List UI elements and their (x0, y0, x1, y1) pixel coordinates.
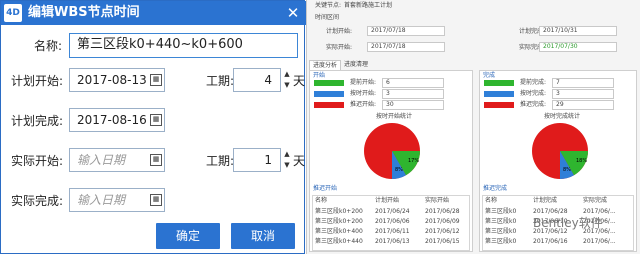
legend-early-finish-label: 提前完成: (520, 79, 547, 86)
plan-duration-label: 工期: (206, 74, 235, 88)
col-name: 名称 (485, 197, 498, 204)
finish-panel-title: 完成 (483, 72, 496, 79)
name-input[interactable]: 第三区段k0+440~k0+600 (69, 33, 298, 58)
late-start-table: 名称 计划开始 实际开始 第三区段k0+200 2017/06/24 2017/… (312, 195, 470, 251)
table-row-3-name: 第三区段k0 (485, 238, 517, 245)
key-node-value: 首套新路施工计划 (344, 2, 393, 9)
app-logo-icon: 4D (4, 4, 22, 22)
time-section-label: 时间区间 (315, 14, 340, 21)
table-row-1-actual: 2017/06/09 (425, 218, 460, 225)
spinner-up-icon[interactable]: ▲ (282, 69, 292, 80)
spinner-up-icon[interactable]: ▲ (282, 149, 292, 160)
side-actual-start-label: 实际开始: (326, 44, 353, 51)
finish-chart-title: 按时完成统计 (544, 113, 581, 120)
late-finish-table-title: 推迟完成 (483, 185, 508, 192)
finish-pie-chart: 18% 8% (532, 123, 588, 179)
table-row-1-plan: 2017/06/06 (375, 218, 410, 225)
table-row-0-name: 第三区段k0 (485, 208, 517, 215)
table-row-3-name: 第三区段k0+440 (315, 238, 363, 245)
side-plan-start-field[interactable]: 2017/07/18 (367, 26, 445, 36)
calendar-icon[interactable]: ▦ (150, 114, 162, 126)
table-row-3-actual: 2017/06/15 (425, 238, 460, 245)
progress-analysis-panel: 关键节点: 首套新路施工计划 时间区间 计划开始: 2017/07/18 计划完… (306, 0, 640, 254)
pie-label-early: 17% (408, 158, 419, 164)
name-label: 名称: (34, 39, 63, 53)
side-actual-end-field[interactable]: 2017/07/30 (539, 42, 617, 52)
pie-label-early-finish: 18% (576, 158, 587, 164)
legend-ontime-value: 3 (382, 89, 444, 99)
actual-start-label: 实际开始: (11, 154, 64, 168)
dialog-title: 编辑WBS节点时间 (28, 5, 140, 20)
table-row-0-actual: 2017/06/28 (425, 208, 460, 215)
side-plan-start-label: 计划开始: (326, 28, 353, 35)
legend-late-swatch (314, 102, 344, 108)
cancel-button[interactable]: 取消 (231, 223, 295, 249)
table-row-1-name: 第三区段k0+200 (315, 218, 363, 225)
day-unit: 天 (293, 74, 306, 88)
legend-early-finish-value: 7 (552, 78, 614, 88)
legend-late-label: 推迟开始: (350, 101, 377, 108)
tab-progress-clean[interactable]: 进度清理 (341, 60, 371, 70)
start-chart-title: 按时开始统计 (376, 113, 413, 120)
start-panel-title: 开始 (313, 72, 326, 79)
calendar-icon[interactable]: ▦ (150, 194, 162, 206)
actual-duration-input[interactable]: 1 (233, 148, 281, 172)
edit-wbs-time-dialog: 4D 编辑WBS节点时间 ✕ 名称: 第三区段k0+440~k0+600 计划开… (0, 0, 306, 254)
col-name: 名称 (315, 197, 328, 204)
legend-ontime-finish-label: 按时完成: (520, 90, 547, 97)
legend-early-swatch (314, 80, 344, 86)
late-start-table-title: 推迟开始 (313, 185, 338, 192)
watermark: Bentley软件 (533, 216, 603, 230)
actual-duration-label: 工期: (206, 154, 235, 168)
plan-duration-spinner[interactable]: ▲ ▼ (282, 69, 292, 91)
table-row-0-name: 第三区段k0+200 (315, 208, 363, 215)
table-row-1-name: 第三区段k0 (485, 218, 517, 225)
pie-label-ontime-finish: 8% (563, 167, 571, 173)
legend-ontime-finish-swatch (484, 91, 514, 97)
pie-label-ontime: 8% (395, 167, 403, 173)
col-plan-start: 计划开始 (375, 197, 400, 204)
plan-start-label: 计划开始: (11, 74, 64, 88)
table-row-3-plan: 2017/06/16 (533, 238, 568, 245)
table-row-3-actual: 2017/06/... (583, 238, 616, 245)
legend-late-finish-value: 29 (552, 100, 614, 110)
start-analysis-panel: 开始 提前开始: 6 按时开始: 3 推迟开始: 30 按时开始统计 17% 8… (309, 70, 473, 252)
side-plan-end-field[interactable]: 2017/10/31 (539, 26, 617, 36)
legend-early-label: 提前开始: (350, 79, 377, 86)
spinner-down-icon[interactable]: ▼ (282, 80, 292, 91)
legend-ontime-label: 按时开始: (350, 90, 377, 97)
plan-end-label: 计划完成: (11, 114, 64, 128)
dialog-titlebar: 4D 编辑WBS节点时间 ✕ (1, 1, 306, 25)
plan-duration-input[interactable]: 4 (233, 68, 281, 92)
table-row-2-actual: 2017/06/12 (425, 228, 460, 235)
close-icon[interactable]: ✕ (283, 3, 303, 23)
spinner-down-icon[interactable]: ▼ (282, 160, 292, 171)
calendar-icon[interactable]: ▦ (150, 154, 162, 166)
table-row-3-plan: 2017/06/13 (375, 238, 410, 245)
actual-duration-spinner[interactable]: ▲ ▼ (282, 149, 292, 171)
legend-late-finish-swatch (484, 102, 514, 108)
calendar-icon[interactable]: ▦ (150, 74, 162, 86)
table-row-2-name: 第三区段k0+400 (315, 228, 363, 235)
col-plan-end: 计划完成 (533, 197, 558, 204)
start-pie-chart: 17% 8% (364, 123, 420, 179)
ok-button[interactable]: 确定 (156, 223, 220, 249)
col-actual-start: 实际开始 (425, 197, 450, 204)
legend-early-value: 6 (382, 78, 444, 88)
legend-ontime-finish-value: 3 (552, 89, 614, 99)
day-unit: 天 (293, 154, 306, 168)
side-actual-start-field[interactable]: 2017/07/18 (367, 42, 445, 52)
legend-late-value: 30 (382, 100, 444, 110)
table-row-2-name: 第三区段k0 (485, 228, 517, 235)
legend-ontime-swatch (314, 91, 344, 97)
legend-early-finish-swatch (484, 80, 514, 86)
key-node-label: 关键节点: (315, 2, 342, 9)
actual-end-label: 实际完成: (11, 194, 64, 208)
col-actual-end: 实际完成 (583, 197, 608, 204)
legend-late-finish-label: 推迟完成: (520, 101, 547, 108)
table-row-0-plan: 2017/06/24 (375, 208, 410, 215)
table-row-2-plan: 2017/06/11 (375, 228, 410, 235)
